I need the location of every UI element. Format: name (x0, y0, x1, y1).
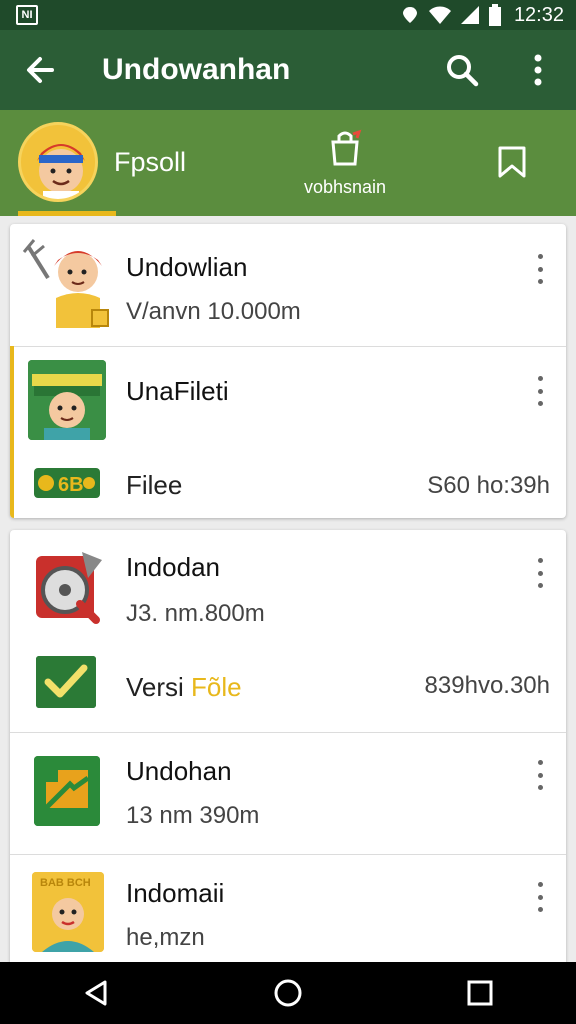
item-more-icon[interactable] (530, 376, 550, 406)
more-vertical-icon (534, 54, 542, 86)
item-title: Undowlian (126, 252, 248, 282)
nav-recents-button[interactable] (450, 968, 510, 1018)
file-meta: S60 ho:39h (427, 472, 550, 499)
item-thumbnail (34, 756, 100, 826)
search-button[interactable] (424, 30, 500, 110)
nav-recents-icon (467, 980, 493, 1006)
item-thumbnail (28, 360, 106, 440)
nav-home-button[interactable] (258, 968, 318, 1018)
list-item[interactable]: Undowlian V/anvn 10.000m (10, 224, 566, 346)
avatar (18, 122, 98, 202)
overflow-menu-button[interactable] (500, 30, 576, 110)
download-card: Indodan J3. nm.800m Versi Fõle 839hvo.30… (10, 530, 566, 962)
list-item[interactable]: Indodan J3. nm.800m Versi Fõle 839hvo.30… (10, 530, 566, 732)
tab-downloads-label: vobhsnain (303, 177, 387, 197)
item-subtitle: J3. nm.800m (126, 600, 265, 627)
back-arrow-icon (27, 57, 54, 83)
version-check-icon (36, 656, 96, 708)
download-list: Undowlian V/anvn 10.000m UnaFileti 6B Fi… (0, 216, 576, 962)
item-subtitle: 13 nm 390m (126, 802, 260, 829)
item-title: UnaFileti (126, 376, 229, 406)
search-icon (447, 55, 479, 87)
item-more-icon[interactable] (530, 760, 550, 790)
page-title: Undowanhan (102, 53, 291, 86)
tab-bar: Fpsoll vobhsnain (0, 110, 576, 216)
nav-back-button[interactable] (66, 968, 126, 1018)
location-icon (402, 7, 417, 23)
version-highlight: Fõle (191, 672, 242, 702)
system-nav-bar (0, 962, 576, 1024)
download-card: Undowlian V/anvn 10.000m UnaFileti 6B Fi… (10, 224, 566, 518)
file-label: Filee (126, 470, 183, 500)
item-title: Indodan (126, 552, 220, 582)
nav-back-icon (85, 980, 107, 1006)
thumb-text: BAB BCH (40, 877, 91, 889)
back-button[interactable] (0, 30, 80, 110)
item-thumbnail (22, 238, 112, 334)
battery-icon (488, 4, 501, 26)
version-meta: 839hvo.30h (424, 672, 550, 699)
item-title: Undohan (126, 756, 232, 786)
version-prefix: Versi (126, 672, 192, 702)
item-thumbnail (32, 550, 108, 626)
item-thumbnail: BAB BCH (32, 872, 104, 952)
status-bar: NI 12:32 (0, 0, 576, 30)
tab-downloads[interactable]: vobhsnain (290, 128, 400, 198)
list-item[interactable]: UnaFileti 6B Filee S60 ho:39h (10, 346, 566, 518)
nav-home-icon (274, 979, 302, 1007)
item-more-icon[interactable] (530, 254, 550, 284)
profile-name: Fpsoll (114, 146, 187, 177)
bookmark-icon (498, 146, 526, 178)
file-badge-text: 6B (58, 474, 84, 496)
tab-bookmarks[interactable] (492, 142, 532, 182)
item-subtitle: V/anvn 10.000m (126, 298, 301, 325)
item-more-icon[interactable] (530, 882, 550, 912)
version-label: Versi Fõle (126, 672, 242, 703)
item-title: Indomaii (126, 878, 225, 908)
status-time: 12:32 (513, 3, 564, 26)
item-more-icon[interactable] (530, 558, 550, 588)
wifi-icon (428, 6, 451, 24)
app-toolbar: Undowanhan (0, 30, 576, 110)
list-item[interactable]: BAB BCH Indomaii he,mzn (10, 854, 566, 962)
notification-icon: NI (16, 5, 38, 25)
list-item[interactable]: Undohan 13 nm 390m (10, 732, 566, 854)
download-bag-icon (331, 129, 362, 166)
file-badge: 6B (34, 468, 100, 498)
item-subtitle: he,mzn (126, 924, 205, 951)
tab-profile[interactable]: Fpsoll (18, 122, 186, 202)
signal-icon (460, 6, 479, 24)
